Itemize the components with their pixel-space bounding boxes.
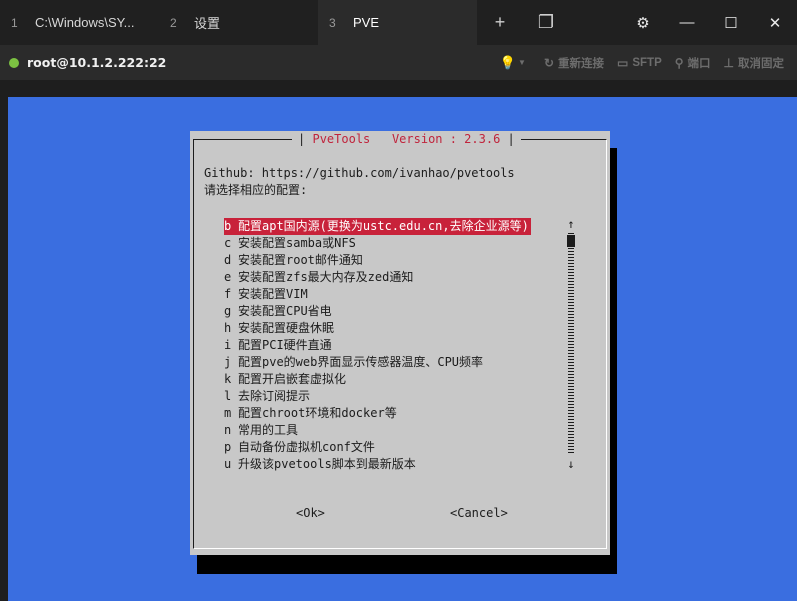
tab-3[interactable]: 3 PVE xyxy=(318,0,477,45)
cancel-button[interactable]: <Cancel> xyxy=(450,506,508,521)
folder-icon: ▭ xyxy=(617,55,629,70)
menu-item-key: d xyxy=(224,253,232,267)
menu-item-b[interactable]: b 配置apt国内源(更换为ustc.edu.cn,去除企业源等) xyxy=(224,218,531,235)
menu-item-i[interactable]: i 配置PCI硬件直通 xyxy=(224,337,531,354)
menu-item-e[interactable]: e 安装配置zfs最大内存及zed通知 xyxy=(224,269,531,286)
ok-button[interactable]: <Ok> xyxy=(296,506,325,521)
menu-item-key: u xyxy=(224,457,232,471)
session-bar: root@10.1.2.222:22 💡 ▼ ↻ 重新连接 ▭ SFTP ⚲ 端… xyxy=(0,45,797,80)
menu-item-key: i xyxy=(224,338,232,352)
menu-item-label: 配置apt国内源(更换为ustc.edu.cn,去除企业源等) xyxy=(238,219,529,233)
menu-item-key: g xyxy=(224,304,232,318)
menu-item-key: e xyxy=(224,270,232,284)
tab-title: C:\Windows\SY... xyxy=(35,15,135,30)
sftp-label: SFTP xyxy=(632,56,662,69)
menu-item-label: 配置开启嵌套虚拟化 xyxy=(238,372,347,386)
scroll-up-icon[interactable]: ↑ xyxy=(566,217,576,231)
menu-item-label: 常用的工具 xyxy=(238,423,299,437)
gear-icon[interactable]: ⚙ xyxy=(621,0,665,45)
plug-icon: ⚲ xyxy=(674,55,684,70)
unpin-button[interactable]: ⊥ 取消固定 xyxy=(724,55,784,71)
menu-item-key: f xyxy=(224,287,232,301)
github-line: Github: https://github.com/ivanhao/pveto… xyxy=(204,166,515,180)
tab-number: 2 xyxy=(170,15,177,30)
menu-list: b 配置apt国内源(更换为ustc.edu.cn,去除企业源等) c 安装配置sam… xyxy=(224,218,531,473)
tab-title: 设置 xyxy=(194,16,221,31)
menu-item-m[interactable]: m 配置chroot环境和docker等 xyxy=(224,405,531,422)
tab-number: 3 xyxy=(329,15,336,30)
menu-item-key: b xyxy=(224,219,232,233)
tab-number: 1 xyxy=(11,15,18,30)
close-icon[interactable]: ✕ xyxy=(753,0,797,45)
refresh-icon: ↻ xyxy=(543,55,555,70)
tab-bar: 1 C:\Windows\SY... 2 设置 3 PVE + ❐ ⚙ — ☐ … xyxy=(0,0,797,45)
reconnect-label: 重新连接 xyxy=(558,57,605,70)
dialog-title: | PveTools Version : 2.3.6 | xyxy=(292,132,521,146)
menu-item-label: 去除订阅提示 xyxy=(238,389,311,403)
menu-item-label: 安装配置root邮件通知 xyxy=(238,253,363,267)
menu-item-key: h xyxy=(224,321,232,335)
port-label: 端口 xyxy=(687,57,711,70)
menu-item-label: 配置pve的web界面显示传感器温度、CPU频率 xyxy=(238,355,484,369)
menu-item-k[interactable]: k 配置开启嵌套虚拟化 xyxy=(224,371,531,388)
menu-item-u[interactable]: u 升级该pvetools脚本到最新版本 xyxy=(224,456,531,473)
scroll-down-icon[interactable]: ↓ xyxy=(566,457,576,471)
menu-item-label: 升级该pvetools脚本到最新版本 xyxy=(238,457,416,471)
menu-item-label: 配置chroot环境和docker等 xyxy=(238,406,397,420)
menu-item-key: m xyxy=(224,406,232,420)
minimize-icon[interactable]: — xyxy=(665,0,709,45)
menu-item-p[interactable]: p 自动备份虚拟机conf文件 xyxy=(224,439,531,456)
reconnect-button[interactable]: ↻ 重新连接 xyxy=(544,55,604,71)
maximize-icon[interactable]: ☐ xyxy=(709,0,753,45)
menu-item-label: 安装配置VIM xyxy=(238,287,308,301)
menu-item-label: 安装配置samba或NFS xyxy=(238,236,356,250)
connection-status-icon xyxy=(9,57,19,68)
port-button[interactable]: ⚲ 端口 xyxy=(675,55,711,71)
scroll-track[interactable] xyxy=(568,233,574,455)
add-tab-icon[interactable]: + xyxy=(477,0,523,45)
menu-item-c[interactable]: c 安装配置samba或NFS xyxy=(224,235,531,252)
lightbulb-icon[interactable]: 💡 xyxy=(500,55,516,71)
chevron-down-icon[interactable]: ▼ xyxy=(518,58,526,67)
menu-item-label: 安装配置硬盘休眠 xyxy=(238,321,335,335)
scrollbar[interactable]: ↑ ↓ xyxy=(566,217,576,471)
menu-item-key: j xyxy=(224,355,232,369)
tab-title: PVE xyxy=(353,15,380,30)
menu-item-n[interactable]: n 常用的工具 xyxy=(224,422,531,439)
menu-item-key: k xyxy=(224,372,232,386)
menu-item-key: p xyxy=(224,440,232,454)
menu-item-label: 自动备份虚拟机conf文件 xyxy=(238,440,375,454)
unpin-label: 取消固定 xyxy=(738,57,784,70)
tab-1[interactable]: 1 C:\Windows\SY... xyxy=(0,0,159,45)
separator xyxy=(0,80,797,97)
menu-item-g[interactable]: g 安装配置CPU省电 xyxy=(224,303,531,320)
menu-item-label: 安装配置CPU省电 xyxy=(238,304,332,318)
menu-item-key: c xyxy=(224,236,232,250)
session-host: root@10.1.2.222:22 xyxy=(27,55,167,70)
menu-item-key: n xyxy=(224,423,232,437)
menu-item-j[interactable]: j 配置pve的web界面显示传感器温度、CPU频率 xyxy=(224,354,531,371)
tabs-view-icon[interactable]: ❐ xyxy=(523,0,569,45)
menu-item-d[interactable]: d 安装配置root邮件通知 xyxy=(224,252,531,269)
tab-2[interactable]: 2 设置 xyxy=(159,0,318,45)
menu-item-l[interactable]: l 去除订阅提示 xyxy=(224,388,531,405)
scroll-thumb[interactable] xyxy=(567,235,575,247)
menu-item-key: l xyxy=(224,389,232,403)
prompt-line: 请选择相应的配置: xyxy=(204,183,308,197)
pin-icon: ⊥ xyxy=(723,55,734,70)
menu-item-label: 安装配置zfs最大内存及zed通知 xyxy=(238,270,414,284)
menu-item-f[interactable]: f 安装配置VIM xyxy=(224,286,531,303)
dialog-title-text: PveTools Version : 2.3.6 xyxy=(312,132,501,146)
pvetools-dialog: | PveTools Version : 2.3.6 | Github: htt… xyxy=(190,131,610,555)
menu-item-label: 配置PCI硬件直通 xyxy=(238,338,332,352)
sftp-button[interactable]: ▭ SFTP xyxy=(617,56,662,70)
menu-item-h[interactable]: h 安装配置硬盘休眠 xyxy=(224,320,531,337)
